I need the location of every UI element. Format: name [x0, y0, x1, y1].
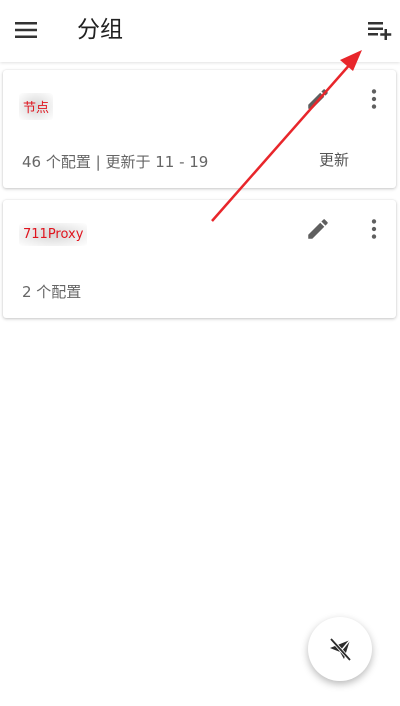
edit-icon[interactable] — [305, 216, 331, 242]
group-card[interactable]: 节点 46 个配置 | 更新于 11 - 19 更新 — [3, 70, 396, 188]
airplane-off-icon — [329, 637, 352, 662]
edit-icon[interactable] — [305, 86, 331, 112]
group-info: 2 个配置 — [22, 283, 82, 301]
page-title: 分组 — [77, 17, 123, 43]
more-vert-icon[interactable] — [361, 216, 387, 242]
group-name: 节点 — [19, 93, 54, 120]
group-card[interactable]: 711Proxy 2 个配置 — [3, 200, 396, 318]
playlist-add-icon[interactable] — [366, 16, 394, 44]
more-vert-icon[interactable] — [361, 86, 387, 112]
connect-fab[interactable] — [308, 617, 372, 681]
menu-icon[interactable] — [12, 16, 40, 44]
update-button[interactable]: 更新 — [319, 149, 349, 170]
app-bar: 分组 — [0, 0, 400, 62]
group-info: 46 个配置 | 更新于 11 - 19 — [22, 153, 209, 171]
group-name: 711Proxy — [19, 223, 88, 246]
